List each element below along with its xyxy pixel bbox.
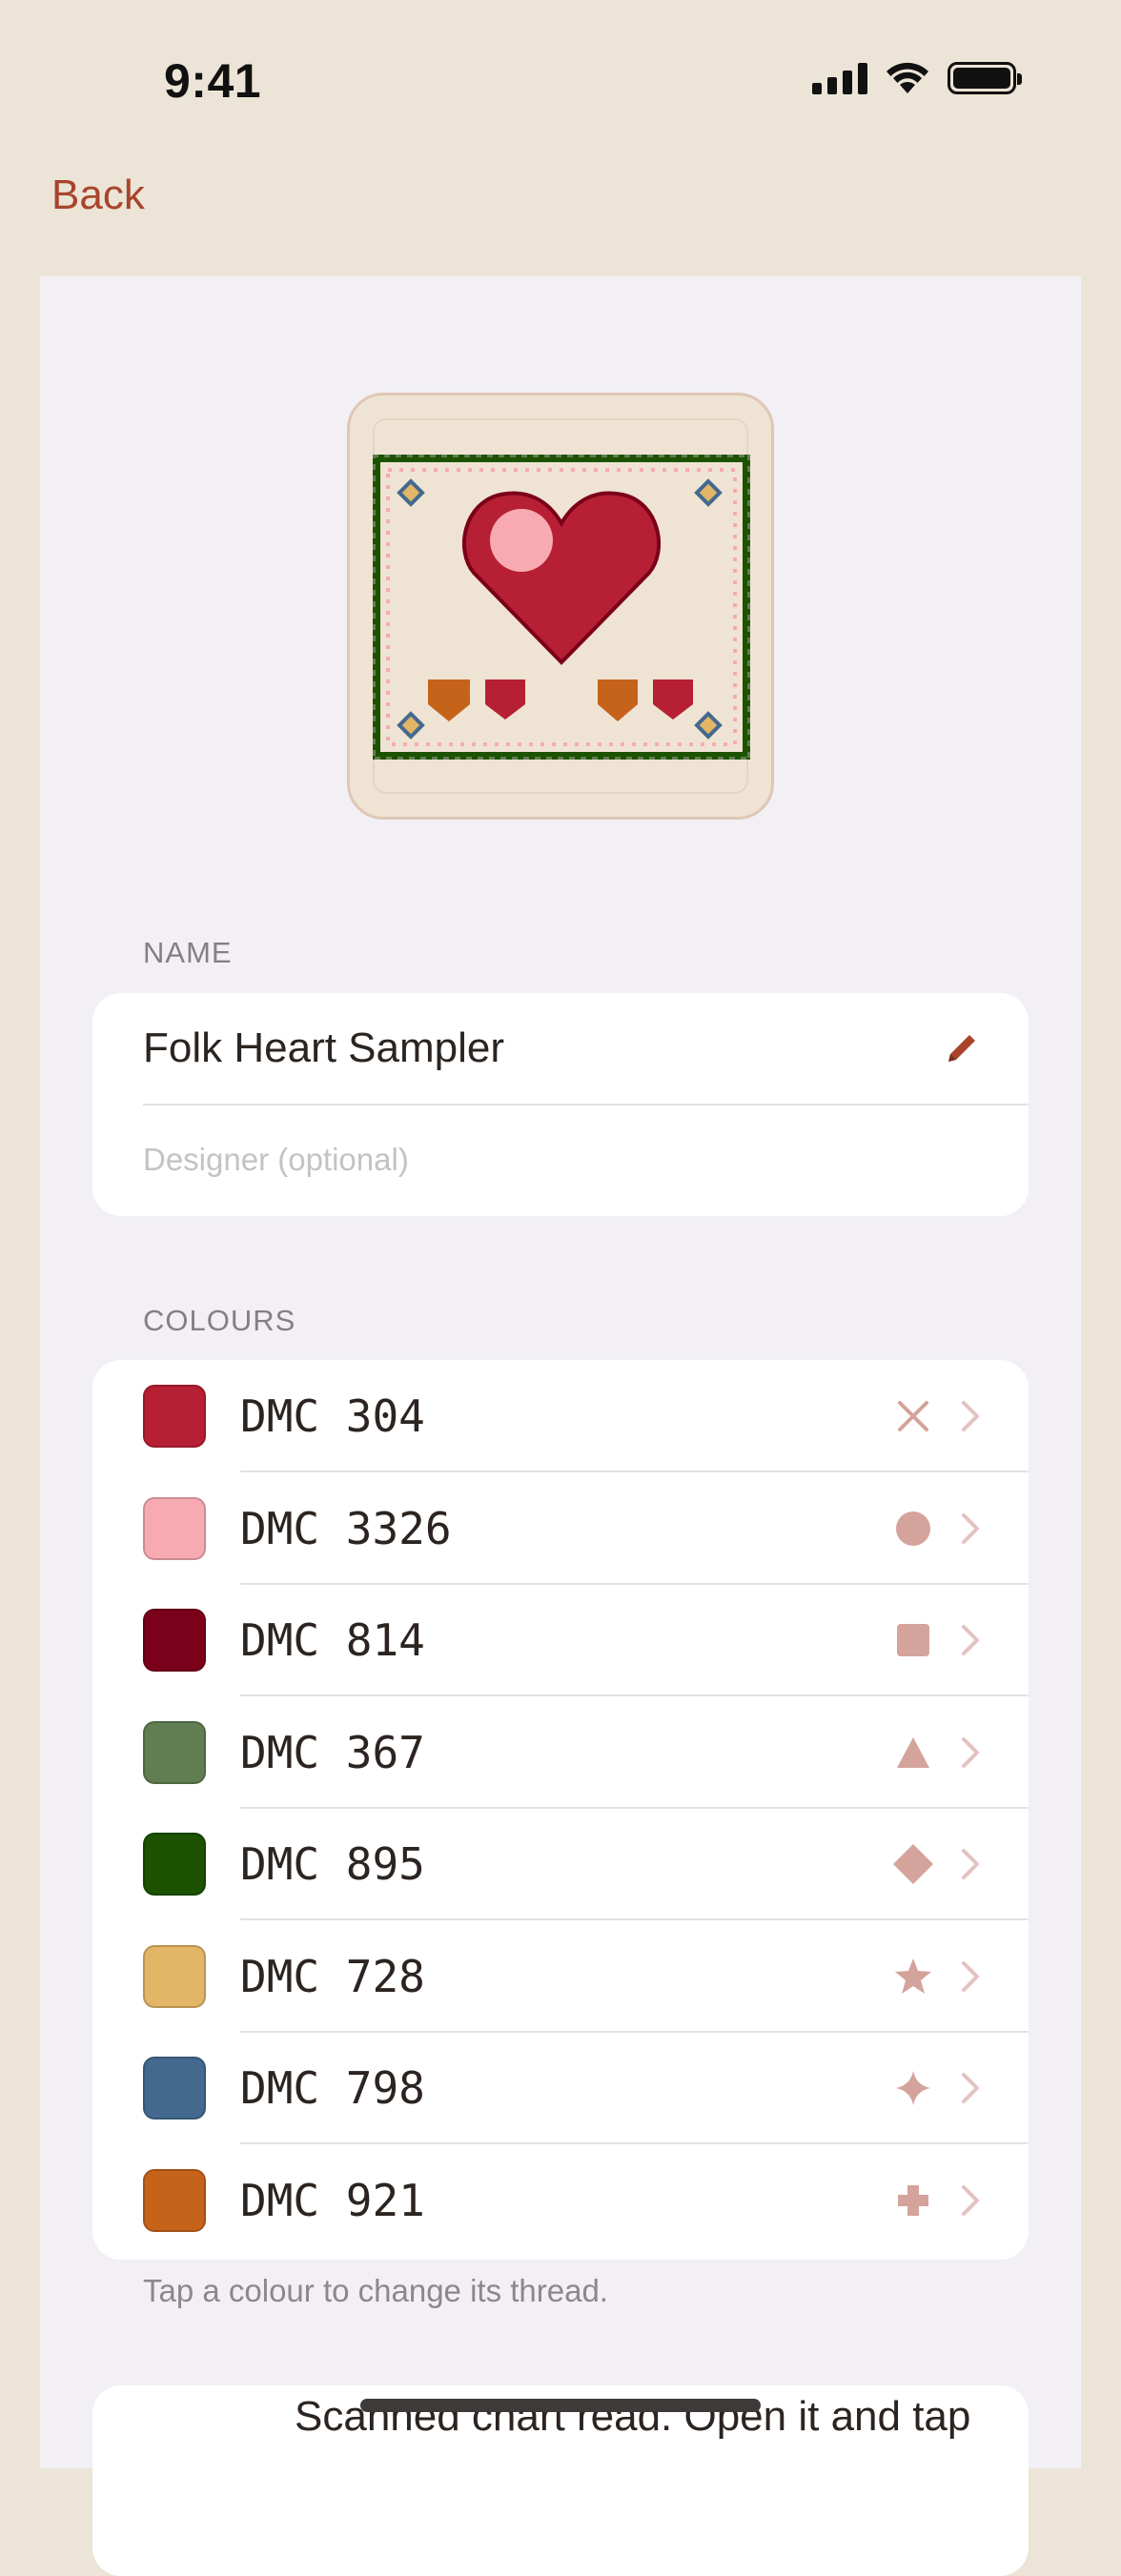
status-time: 9:41 [164, 54, 262, 108]
circle-symbol-icon [896, 1511, 930, 1546]
colour-swatch [143, 1609, 206, 1672]
colour-row[interactable]: DMC 814 [92, 1584, 1029, 1696]
chevron-right-icon [962, 2184, 979, 2216]
colour-swatch [143, 2057, 206, 2120]
colour-row[interactable]: DMC 304 [92, 1360, 1029, 1472]
colour-swatch [143, 1944, 206, 2008]
colour-row[interactable]: DMC 3326 [92, 1472, 1029, 1585]
star-symbol-icon [895, 1957, 931, 1994]
back-button[interactable]: Back [51, 172, 145, 219]
triangle-symbol-icon [897, 1736, 929, 1768]
chevron-right-icon [962, 1736, 979, 1768]
pattern-name-row[interactable]: Folk Heart Sampler [143, 993, 1029, 1105]
designer-field[interactable]: Designer (optional) [143, 1142, 409, 1178]
sparkle-symbol-icon [896, 2071, 930, 2105]
info-card: Scanned chart read. Open it and tap [92, 2385, 1029, 2576]
colour-label: DMC 798 [240, 2062, 425, 2114]
chevron-right-icon [962, 2073, 979, 2103]
chevron-right-icon [962, 1849, 979, 1879]
colours-section-header: COLOURS [143, 1304, 296, 1337]
colour-label: DMC 367 [240, 1726, 425, 1778]
cellular-signal-icon [812, 62, 867, 94]
content-sheet: NAME Folk Heart Sampler Designer (option… [40, 276, 1081, 2576]
status-bar: 9:41 [0, 0, 1121, 162]
colour-label: DMC 3326 [240, 1502, 452, 1554]
colour-label: DMC 895 [240, 1838, 425, 1890]
chevron-right-icon [962, 1625, 979, 1655]
colour-row[interactable]: DMC 728 [92, 1920, 1029, 2033]
colour-swatch [143, 2168, 206, 2232]
wifi-icon [887, 62, 928, 93]
colour-label: DMC 921 [240, 2174, 425, 2226]
colour-label: DMC 814 [240, 1614, 425, 1666]
colours-card: DMC 304 DMC 3326 DMC 814 DMC 367 DMC 895 DMC … [92, 1360, 1029, 2260]
chevron-right-icon [962, 1401, 979, 1431]
colour-swatch [143, 1720, 206, 1784]
pattern-preview-image [373, 455, 750, 760]
plus-symbol-icon [898, 2184, 928, 2216]
colour-row[interactable]: DMC 367 [92, 1696, 1029, 1809]
colour-label: DMC 728 [240, 1950, 425, 2002]
pattern-thumbnail [347, 393, 774, 820]
chevron-right-icon [962, 1512, 979, 1544]
colour-row[interactable]: DMC 895 [92, 1808, 1029, 1920]
colour-swatch [143, 1385, 206, 1448]
home-indicator [360, 2399, 761, 2412]
status-icons [812, 61, 1022, 95]
colours-hint: Tap a colour to change its thread. [143, 2273, 608, 2308]
pencil-icon[interactable] [943, 1029, 981, 1067]
name-section-header: NAME [143, 936, 233, 969]
battery-icon [948, 62, 1022, 94]
diamond-symbol-icon [893, 1844, 933, 1884]
chevron-right-icon [962, 1960, 979, 1992]
colour-swatch [143, 1833, 206, 1896]
colour-row[interactable]: DMC 798 [92, 2032, 1029, 2144]
colour-swatch [143, 1496, 206, 1560]
name-card: Folk Heart Sampler Designer (optional) [92, 993, 1029, 1216]
square-symbol-icon [897, 1624, 929, 1656]
cross-symbol-icon [898, 1401, 928, 1431]
colour-row[interactable]: DMC 921 [92, 2144, 1029, 2257]
colour-label: DMC 304 [240, 1390, 425, 1442]
pattern-name-text: Folk Heart Sampler [143, 1024, 505, 1071]
